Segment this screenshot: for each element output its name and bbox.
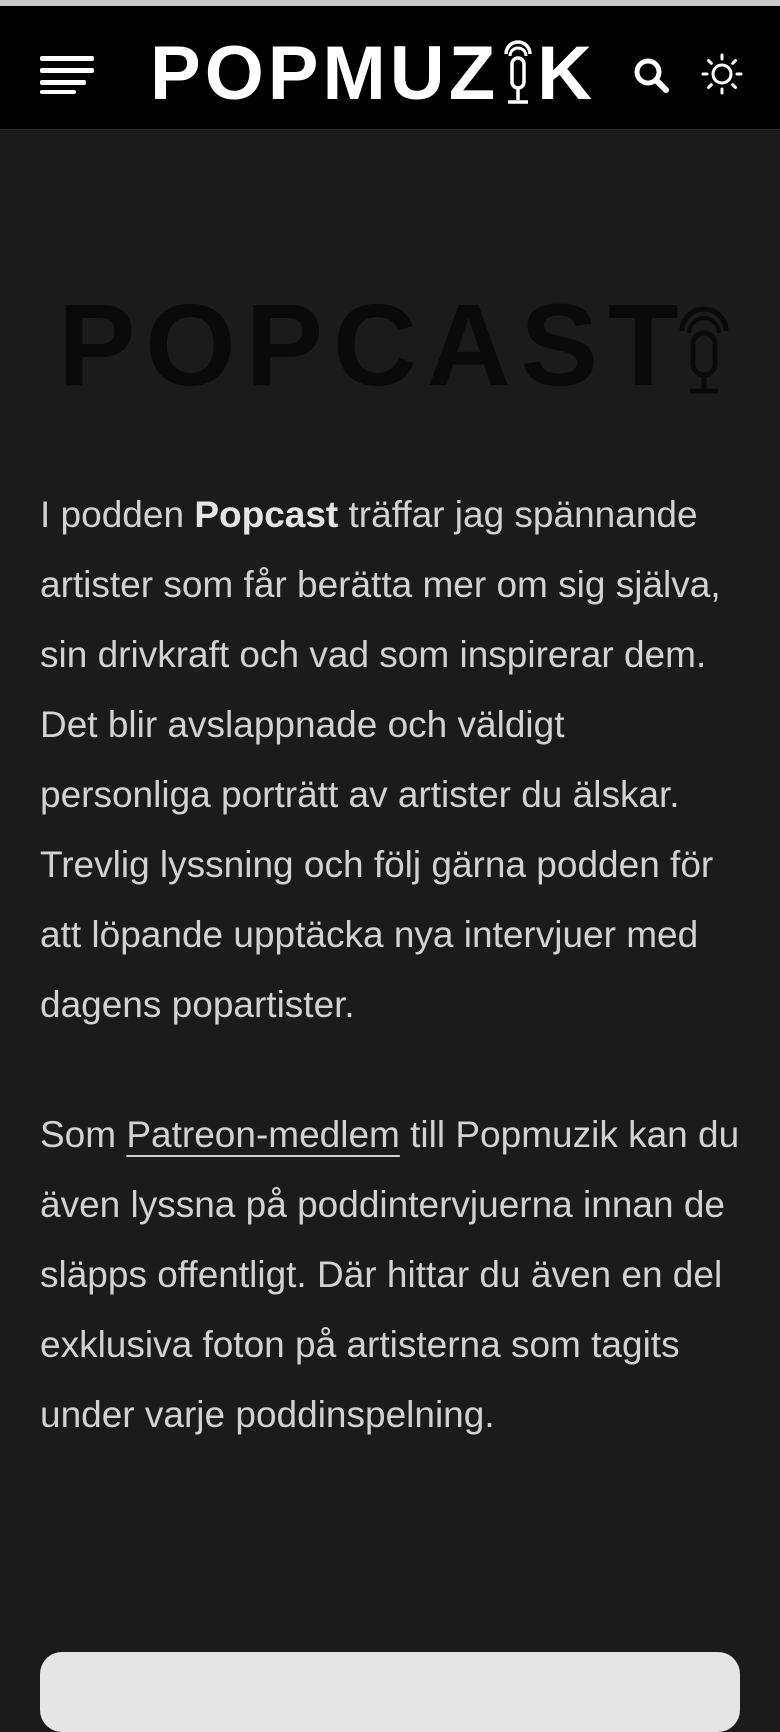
microphone-icon [504,40,532,104]
patreon-link[interactable]: Patreon-medlem [126,1114,400,1155]
intro-paragraph: I podden Popcast träffar jag spännande a… [40,494,721,675]
microphone-icon [679,306,729,394]
search-icon[interactable] [632,56,672,96]
site-header: POPMUZ K [0,6,780,130]
sun-icon[interactable] [700,52,744,96]
hamburger-menu-icon[interactable] [40,54,94,94]
popcast-logo-text: POPCAST [58,280,689,410]
intro-line-portraits: Det blir avslappnade och väldigt personl… [40,704,680,815]
site-logo-text-left: POPMUZ [150,31,500,116]
podcast-name: Popcast [194,494,339,535]
content-card [40,1652,740,1732]
main-content: I podden Popcast träffar jag spännande a… [40,480,740,1450]
site-logo-text-right: K [537,31,597,116]
intro-line-listening: Trevlig lyssning och följ gärna podden f… [40,844,714,1025]
popcast-logo: POPCAST [58,280,729,410]
patreon-paragraph: Som Patreon-medlem till Popmuzik kan du … [40,1114,740,1435]
site-logo[interactable]: POPMUZ K [150,34,610,114]
